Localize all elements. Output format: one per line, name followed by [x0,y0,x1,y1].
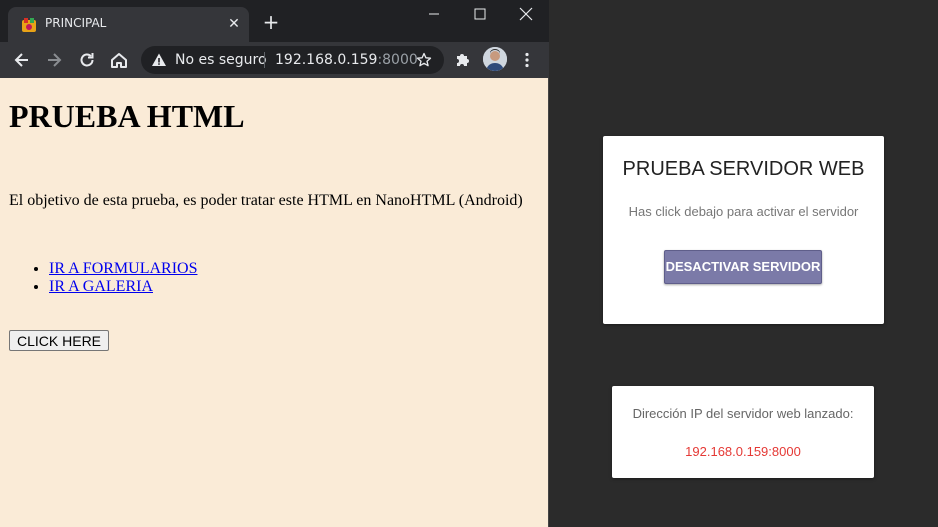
server-card: PRUEBA SERVIDOR WEB Has click debajo par… [603,136,884,324]
list-item: IR A FORMULARIOS [49,260,197,278]
tab-principal[interactable]: PRINCIPAL ✕ [8,7,249,42]
avatar[interactable] [483,47,507,71]
arrow-left-icon[interactable] [12,50,32,70]
browser-titlebar: PRINCIPAL ✕ + [0,0,549,42]
reload-icon[interactable] [77,50,97,70]
home-icon[interactable] [109,50,129,70]
url-text[interactable]: 192.168.0.159:8000 [275,52,418,68]
ip-card: Dirección IP del servidor web lanzado: 1… [612,386,874,478]
arrow-right-icon[interactable] [44,50,64,70]
browser-window: PRINCIPAL ✕ + No es seguro 192.168.0.159… [0,0,549,527]
web-page: PRUEBA HTML El objetivo de esta prueba, … [0,78,549,527]
address-bar[interactable]: No es seguro 192.168.0.159:8000 [141,46,444,74]
window-close-icon[interactable] [503,2,549,26]
omnibox-divider [264,52,265,68]
puzzle-icon[interactable] [453,50,473,70]
link-list: IR A FORMULARIOS IR A GALERIA [49,260,197,296]
kebab-menu-icon[interactable] [517,50,537,70]
warning-icon[interactable] [151,52,167,68]
tab-title: PRINCIPAL [45,16,107,30]
security-label[interactable]: No es seguro [175,52,267,68]
link-formularios[interactable]: IR A FORMULARIOS [49,260,197,277]
minimize-icon[interactable] [411,2,457,26]
plus-icon[interactable]: + [261,12,281,32]
favicon-icon [22,18,36,32]
profile-photo-icon [483,47,507,71]
ip-value: 192.168.0.159:8000 [685,444,801,459]
link-galeria[interactable]: IR A GALERIA [49,278,153,295]
click-here-button[interactable]: CLICK HERE [9,330,110,351]
intro-text: El objetivo de esta prueba, es poder tra… [9,192,523,209]
server-card-subtitle: Has click debajo para activar el servido… [628,204,859,219]
ip-label: Dirección IP del servidor web lanzado: [632,406,854,421]
list-item: IR A GALERIA [49,278,197,296]
server-card-title: PRUEBA SERVIDOR WEB [622,158,865,180]
page-title: PRUEBA HTML [9,98,245,134]
maximize-icon[interactable] [457,2,503,26]
deactivate-server-button[interactable]: DESACTIVAR SERVIDOR [664,250,822,284]
url-port: :8000 [377,52,418,68]
close-icon[interactable]: ✕ [225,15,243,33]
star-icon[interactable] [416,52,432,68]
url-host: 192.168.0.159 [275,52,378,68]
browser-toolbar: No es seguro 192.168.0.159:8000 [0,42,549,78]
